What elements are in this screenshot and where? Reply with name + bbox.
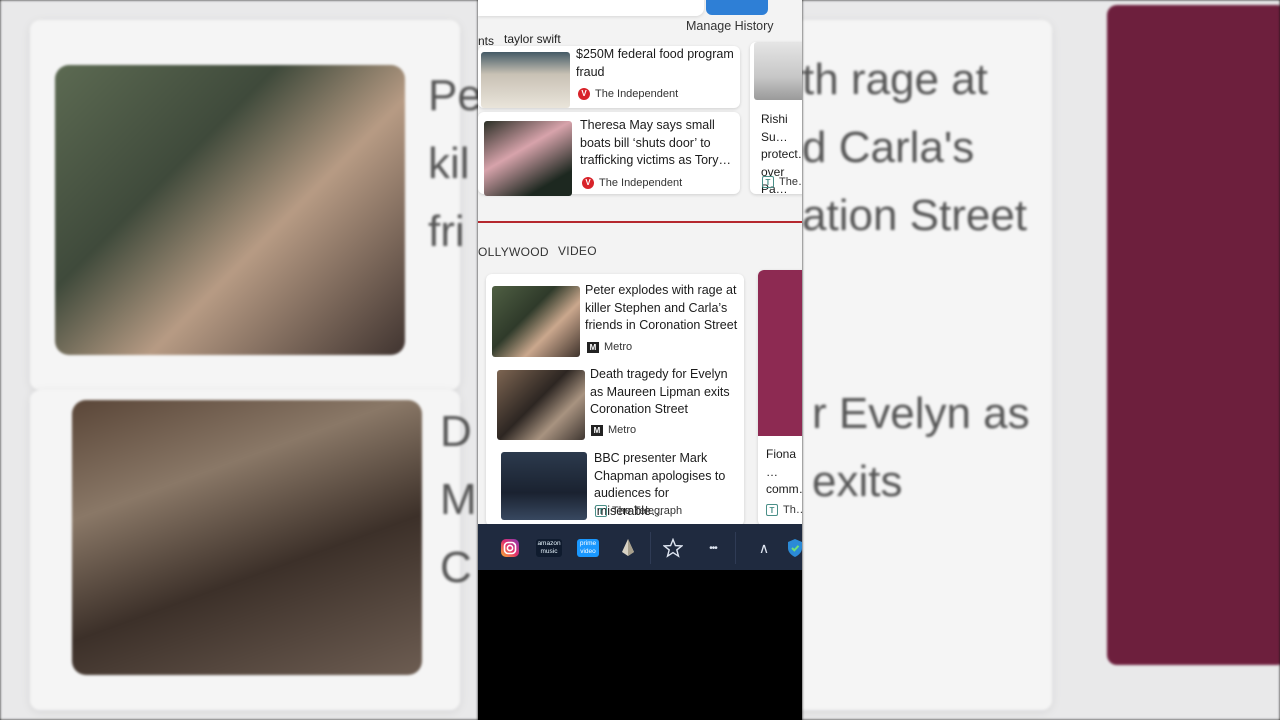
news-source: T Th… — [766, 504, 802, 516]
taskbar-separator — [650, 532, 651, 564]
prime-video-icon[interactable]: prime video — [576, 538, 600, 558]
news-card[interactable]: $250M federal food program fraud V The I… — [478, 46, 740, 108]
news-thumbnail — [497, 370, 585, 440]
phone-screen: nts taylor swift Manage History $250M fe… — [478, 0, 802, 720]
news-title: Fiona … comm… — [766, 447, 802, 496]
mirror-text: fri — [428, 207, 465, 256]
search-button[interactable] — [706, 0, 768, 15]
news-title: Peter explodes with rage at killer Steph… — [585, 283, 738, 332]
mirror-text: D — [440, 407, 472, 456]
prime-video-label: prime video — [577, 539, 599, 557]
manage-history-link[interactable]: Manage History — [686, 19, 774, 33]
mirror-text: exits — [812, 457, 903, 506]
independent-logo-icon: V — [578, 88, 590, 100]
news-thumbnail — [501, 452, 587, 520]
mirror-text: d Carla's — [802, 123, 975, 172]
source-name: The… — [779, 176, 802, 188]
news-title: Death tragedy for Evelyn as Maureen Lipm… — [590, 367, 730, 416]
star-icon[interactable] — [662, 538, 684, 558]
news-source: T The… — [762, 176, 802, 188]
section-divider — [478, 221, 802, 223]
shield-icon[interactable] — [784, 538, 802, 558]
mirror-text: ation Street — [802, 191, 1028, 240]
source-name: The Independent — [599, 177, 683, 189]
search-input[interactable] — [478, 0, 704, 16]
news-source: V The Independent — [578, 88, 678, 100]
mirror-text: r Evelyn as — [812, 389, 1030, 438]
more-icon[interactable]: ••• — [702, 538, 724, 558]
news-source: M Metro — [587, 341, 632, 353]
blurred-mirror-right: th rage at d Carla's ation Street r Evel… — [802, 0, 1280, 720]
news-thumbnail — [754, 42, 802, 100]
news-thumbnail — [481, 52, 570, 108]
video-card-partial[interactable]: Fiona … comm… T Th… — [758, 270, 802, 526]
news-source: V The Independent — [582, 177, 682, 189]
mirror-text: M — [440, 475, 477, 524]
mirror-text: kil — [428, 139, 470, 188]
independent-logo-icon: V — [582, 177, 594, 189]
mirror-text: C — [440, 543, 472, 592]
telegraph-logo-icon: T — [762, 176, 774, 188]
browser-viewport: nts taylor swift Manage History $250M fe… — [478, 0, 802, 530]
chevron-up-icon[interactable]: ∧ — [753, 538, 775, 558]
news-card-partial[interactable]: Rishi Su… protect… over Pa… T The… — [750, 42, 802, 196]
metro-logo-icon: M — [587, 341, 599, 353]
amazon-music-icon[interactable]: amazon music — [536, 538, 562, 558]
news-thumbnail — [484, 121, 572, 196]
source-name: Metro — [604, 341, 633, 353]
source-name: The Independent — [595, 88, 679, 100]
source-name: Th… — [783, 504, 802, 516]
news-card[interactable]: Theresa May says small boats bill ‘shuts… — [478, 112, 740, 196]
mirror-text: Pe — [428, 71, 478, 120]
video-thumbnail — [758, 270, 802, 436]
news-title: $250M federal food program fraud — [576, 47, 734, 79]
app-icon[interactable] — [617, 538, 639, 558]
news-source: M Metro — [591, 424, 636, 436]
news-card[interactable]: BBC presenter Mark Chapman apologises to… — [486, 448, 744, 526]
telegraph-logo-icon: T — [595, 505, 607, 517]
history-item[interactable]: taylor swift — [504, 32, 561, 46]
source-name: The Telegraph — [612, 505, 683, 517]
instagram-icon[interactable] — [499, 538, 521, 558]
mirror-maroon-card — [1107, 5, 1280, 665]
tab-video[interactable]: VIDEO — [558, 244, 597, 258]
news-source: T The Telegraph — [595, 505, 682, 517]
metro-logo-icon: M — [591, 424, 603, 436]
taskbar-separator — [735, 532, 736, 564]
news-card[interactable]: Death tragedy for Evelyn as Maureen Lipm… — [486, 365, 744, 445]
mirror-photo-2 — [72, 400, 422, 675]
telegraph-logo-icon: T — [766, 504, 778, 516]
mirror-text: th rage at — [802, 55, 988, 104]
source-name: Metro — [608, 424, 637, 436]
tab-hollywood[interactable]: OLLYWOOD — [478, 245, 549, 259]
blurred-mirror-left: Pe kil fri D M C — [0, 0, 478, 720]
amazon-music-label: amazon music — [536, 539, 562, 557]
news-title: Theresa May says small boats bill ‘shuts… — [580, 118, 731, 167]
mirror-photo-1 — [55, 65, 405, 355]
news-card[interactable]: Peter explodes with rage at killer Steph… — [486, 280, 744, 360]
news-thumbnail — [492, 286, 580, 357]
windows-taskbar: amazon music prime video ••• ∧ — [478, 524, 802, 570]
